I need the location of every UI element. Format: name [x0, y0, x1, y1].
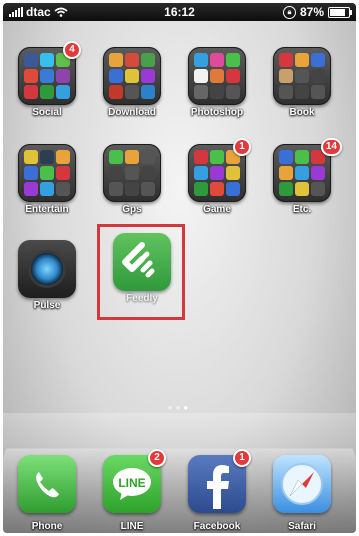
pulse-app-icon: [31, 253, 63, 285]
app-phone[interactable]: Phone: [9, 455, 85, 533]
app-label: Entertain: [25, 204, 69, 215]
folder-game[interactable]: 1 Game: [179, 138, 255, 230]
notification-badge: 1: [233, 138, 251, 156]
folder-preview-icons: [24, 150, 70, 196]
app-label: Facebook: [193, 521, 241, 532]
app-label: Photoshop: [190, 107, 244, 118]
app-safari[interactable]: Safari: [264, 455, 340, 533]
battery-percent: 87%: [299, 5, 324, 19]
folder-book[interactable]: Book: [264, 47, 340, 133]
folder-preview-icons: [279, 150, 325, 196]
folder-etc[interactable]: 14 Etc.: [264, 138, 342, 230]
app-label: Pulse: [33, 300, 61, 311]
folder-preview-icons: [109, 53, 155, 99]
app-label: Gps: [122, 204, 142, 215]
folder-preview-icons: [194, 150, 240, 196]
home-screen: dtac 16:12 🔒︎ 87% 4 Social Download Phot…: [3, 3, 356, 533]
folder-preview-icons: [24, 53, 70, 99]
folder-preview-icons: [279, 53, 325, 99]
folder-gps[interactable]: Gps: [94, 144, 170, 230]
status-bar: dtac 16:12 🔒︎ 87%: [3, 3, 356, 21]
notification-badge: 2: [148, 449, 166, 467]
notification-badge: 1: [233, 449, 251, 467]
app-facebook[interactable]: 1 Facebook: [179, 449, 255, 533]
line-chat-bubble-icon: LINE: [113, 468, 151, 500]
app-pulse[interactable]: Pulse: [9, 240, 85, 326]
facebook-f-icon: [207, 465, 229, 509]
notification-badge: 14: [320, 138, 342, 156]
app-label: Download: [108, 107, 156, 118]
app-label: Book: [289, 107, 315, 118]
folder-social[interactable]: 4 Social: [9, 41, 85, 133]
folder-preview-icons: [109, 150, 155, 196]
folder-entertain[interactable]: Entertain: [9, 144, 85, 230]
notification-badge: 4: [63, 41, 81, 59]
folder-preview-icons: [194, 53, 240, 99]
app-line[interactable]: LINE 2 LINE: [94, 449, 170, 533]
app-label: Phone: [31, 521, 63, 532]
folder-photoshop[interactable]: Photoshop: [179, 47, 255, 133]
phone-handset-icon: [36, 472, 59, 498]
rotation-lock-icon: 🔒︎: [282, 5, 296, 19]
app-label: LINE: [120, 521, 144, 532]
app-label: Safari: [288, 521, 316, 532]
svg-text:LINE: LINE: [118, 476, 145, 490]
page-dot: ●: [167, 403, 176, 412]
page-dot: ●: [175, 403, 184, 412]
dock: Phone LINE 2 LINE 1 Facebook Safari: [3, 413, 356, 533]
app-label: Game: [203, 204, 231, 215]
app-label: Etc.: [292, 204, 312, 215]
page-indicator[interactable]: ●●●: [3, 403, 356, 412]
battery-icon: [328, 6, 352, 18]
safari-compass-icon: [281, 463, 323, 505]
page-dot-active: ●: [183, 403, 192, 412]
app-label: Social: [32, 107, 62, 118]
highlight-box: [97, 224, 185, 320]
folder-download[interactable]: Download: [94, 47, 170, 133]
